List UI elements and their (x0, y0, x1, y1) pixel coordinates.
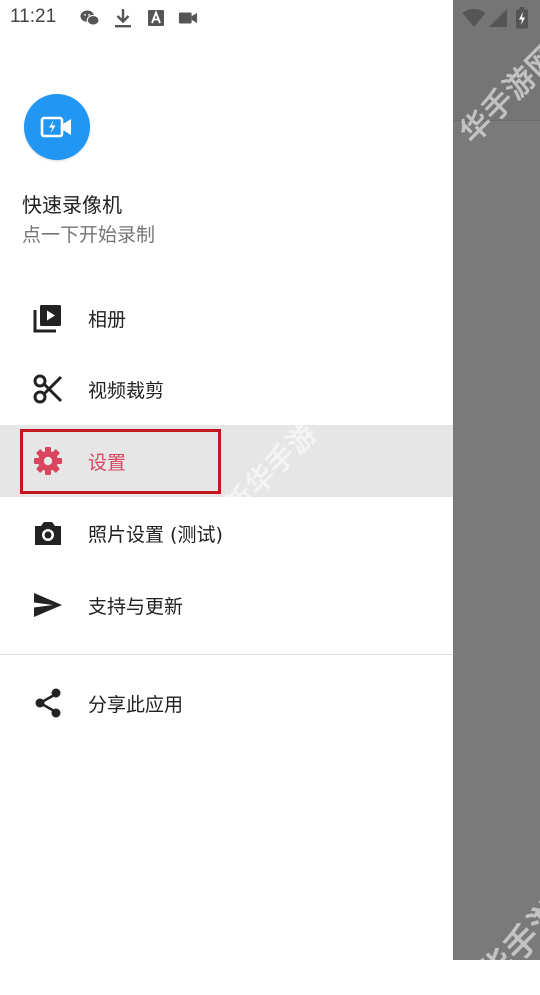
status-time: 11:21 (10, 6, 57, 27)
wechat-icon (80, 8, 100, 28)
app-logo-icon (24, 94, 90, 160)
menu-item-photo-settings[interactable]: 照片设置 (测试) (0, 498, 453, 568)
menu-divider (0, 654, 453, 655)
text-box-icon (146, 8, 166, 28)
app-subtitle: 点一下开始录制 (22, 224, 156, 246)
menu-item-label: 视频裁剪 (88, 379, 165, 402)
camera-icon (30, 515, 66, 551)
download-icon (113, 8, 133, 28)
navigation-drawer: 快速录像机 点一下开始录制 相册 视频裁剪 设置 新华手游 照片设置 (测试) … (0, 0, 453, 960)
menu-item-label: 设置 (88, 451, 127, 474)
video-library-icon (30, 300, 66, 336)
video-camera-icon (178, 8, 198, 28)
menu-item-label: 支持与更新 (88, 595, 184, 618)
menu-item-label: 分享此应用 (88, 693, 184, 716)
menu-item-album[interactable]: 相册 (0, 283, 453, 353)
watermark-bottom: 华手游网 (471, 866, 540, 994)
menu-item-support[interactable]: 支持与更新 (0, 570, 453, 640)
app-title: 快速录像机 (22, 193, 122, 217)
wifi-icon (462, 8, 486, 28)
gear-icon (30, 443, 66, 479)
signal-icon (488, 8, 508, 28)
menu-item-video-trim[interactable]: 视频裁剪 (0, 354, 453, 424)
menu-item-label: 相册 (88, 308, 127, 331)
send-icon (30, 587, 66, 623)
menu-item-settings[interactable]: 设置 (0, 425, 453, 497)
scissors-icon (30, 371, 66, 407)
menu-item-share-app[interactable]: 分享此应用 (0, 668, 453, 738)
share-icon (30, 685, 66, 721)
battery-charging-icon (514, 7, 530, 29)
status-bar: 11:21 (0, 0, 540, 36)
menu-item-label: 照片设置 (测试) (88, 523, 223, 546)
